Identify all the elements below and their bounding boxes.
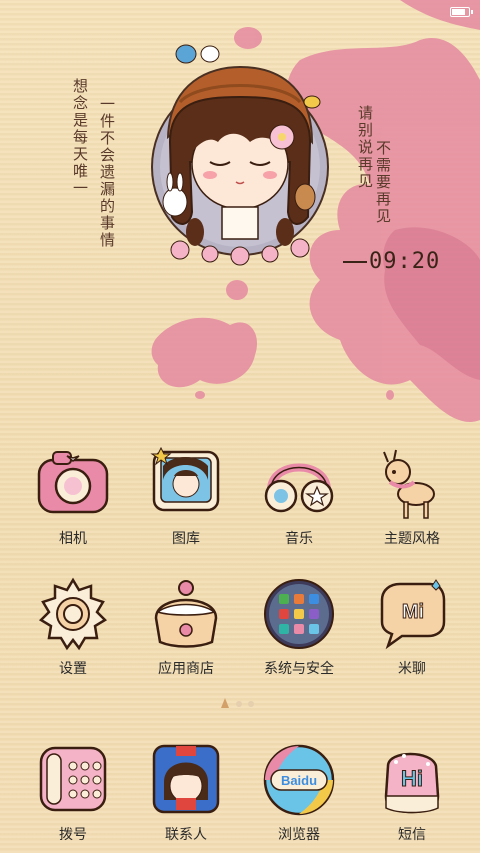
hi-icon-text: Hi: [401, 766, 423, 791]
wallpaper-quote-left: 想念是每天唯一: [71, 78, 89, 197]
app-mitalk[interactable]: Mi 米聊: [352, 576, 472, 686]
dock: 拨号 联系人 Baidu 浏览器 Hi 短信: [0, 742, 480, 852]
headphones-icon: [264, 463, 334, 513]
battery-icon: [450, 7, 473, 17]
mi-icon-text: Mi: [402, 601, 424, 623]
app-label: 音乐: [285, 531, 313, 547]
app-store[interactable]: 应用商店: [126, 576, 246, 686]
gallery-icon: [150, 446, 220, 512]
girl-illustration: [151, 44, 329, 266]
app-row-1: 相机 图库 音乐 主题风格: [0, 446, 480, 556]
app-label: 短信: [398, 827, 426, 843]
wallpaper-quote-right-2: 不需要再见: [374, 140, 392, 225]
clock-widget[interactable]: 09:20: [343, 249, 440, 274]
gear-icon: [38, 577, 108, 651]
app-row-2: 设置 应用商店 系统与安全 Mi 米聊: [0, 576, 480, 686]
app-camera[interactable]: 相机: [13, 446, 133, 556]
page-indicator[interactable]: [217, 696, 263, 715]
hat-bag-icon: [154, 580, 218, 648]
clock-time: 09:20: [369, 249, 441, 274]
app-label: 米聊: [398, 661, 426, 677]
app-label: 相机: [59, 531, 87, 547]
app-messages[interactable]: Hi 短信: [352, 742, 472, 852]
app-label: 拨号: [59, 827, 87, 843]
contacts-icon: [152, 744, 220, 814]
app-gallery[interactable]: 图库: [126, 446, 246, 556]
camera-icon: [37, 451, 109, 514]
mitten-hi-icon: Hi: [384, 752, 440, 814]
app-label: 联系人: [165, 827, 207, 843]
app-dialer[interactable]: 拨号: [13, 742, 133, 852]
app-music[interactable]: 音乐: [239, 446, 359, 556]
phone-icon: [39, 746, 107, 812]
app-settings[interactable]: 设置: [13, 576, 133, 686]
app-label: 设置: [59, 661, 87, 677]
baidu-browser-icon: Baidu: [263, 744, 335, 816]
app-security[interactable]: 系统与安全: [239, 576, 359, 686]
deer-icon: [383, 449, 435, 519]
app-label: 应用商店: [158, 661, 214, 677]
app-label: 浏览器: [278, 827, 320, 843]
app-contacts[interactable]: 联系人: [126, 742, 246, 852]
status-bar: [0, 0, 480, 24]
mi-chat-bubble-icon: Mi: [380, 579, 446, 650]
app-browser[interactable]: Baidu 浏览器: [239, 742, 359, 852]
app-label: 图库: [172, 531, 200, 547]
wallpaper-quote-left-2: 一件不会遗漏的事情: [98, 96, 116, 249]
app-themes[interactable]: 主题风格: [352, 446, 472, 556]
app-label: 系统与安全: [264, 661, 334, 677]
security-folder-icon: [264, 579, 334, 649]
clock-dash: [343, 261, 367, 263]
page-dots-icon: [221, 698, 254, 708]
app-label: 主题风格: [384, 531, 440, 547]
baidu-icon-text: Baidu: [281, 773, 317, 788]
